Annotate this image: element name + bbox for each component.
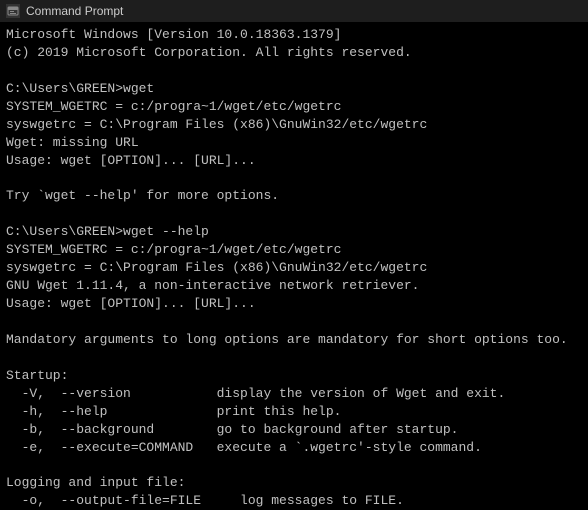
terminal-line: Mandatory arguments to long options are …: [6, 331, 582, 349]
title-bar-text: Command Prompt: [26, 4, 123, 18]
terminal-line: [6, 457, 582, 475]
terminal-line: [6, 349, 582, 367]
terminal-line: C:\Users\GREEN>wget: [6, 80, 582, 98]
terminal-line: -b, --background go to background after …: [6, 421, 582, 439]
terminal-line: -h, --help print this help.: [6, 403, 582, 421]
terminal-line: Wget: missing URL: [6, 134, 582, 152]
terminal-line: (c) 2019 Microsoft Corporation. All righ…: [6, 44, 582, 62]
title-bar-icon: [6, 4, 20, 18]
terminal-line: [6, 205, 582, 223]
terminal-line: GNU Wget 1.11.4, a non-interactive netwo…: [6, 277, 582, 295]
terminal-line: Startup:: [6, 367, 582, 385]
terminal-line: SYSTEM_WGETRC = c:/progra~1/wget/etc/wge…: [6, 241, 582, 259]
terminal-line: Logging and input file:: [6, 474, 582, 492]
title-bar: Command Prompt: [0, 0, 588, 22]
terminal-line: -e, --execute=COMMAND execute a `.wgetrc…: [6, 439, 582, 457]
terminal-line: C:\Users\GREEN>wget --help: [6, 223, 582, 241]
terminal-line: Try `wget --help' for more options.: [6, 187, 582, 205]
terminal-line: [6, 62, 582, 80]
terminal-line: Usage: wget [OPTION]... [URL]...: [6, 152, 582, 170]
terminal-window[interactable]: Microsoft Windows [Version 10.0.18363.13…: [0, 22, 588, 510]
terminal-line: Microsoft Windows [Version 10.0.18363.13…: [6, 26, 582, 44]
terminal-line: syswgetrc = C:\Program Files (x86)\GnuWi…: [6, 116, 582, 134]
terminal-line: [6, 313, 582, 331]
terminal-line: [6, 170, 582, 188]
terminal-line: -o, --output-file=FILE log messages to F…: [6, 492, 582, 510]
terminal-line: syswgetrc = C:\Program Files (x86)\GnuWi…: [6, 259, 582, 277]
terminal-line: SYSTEM_WGETRC = c:/progra~1/wget/etc/wge…: [6, 98, 582, 116]
terminal-line: -V, --version display the version of Wge…: [6, 385, 582, 403]
terminal-line: Usage: wget [OPTION]... [URL]...: [6, 295, 582, 313]
